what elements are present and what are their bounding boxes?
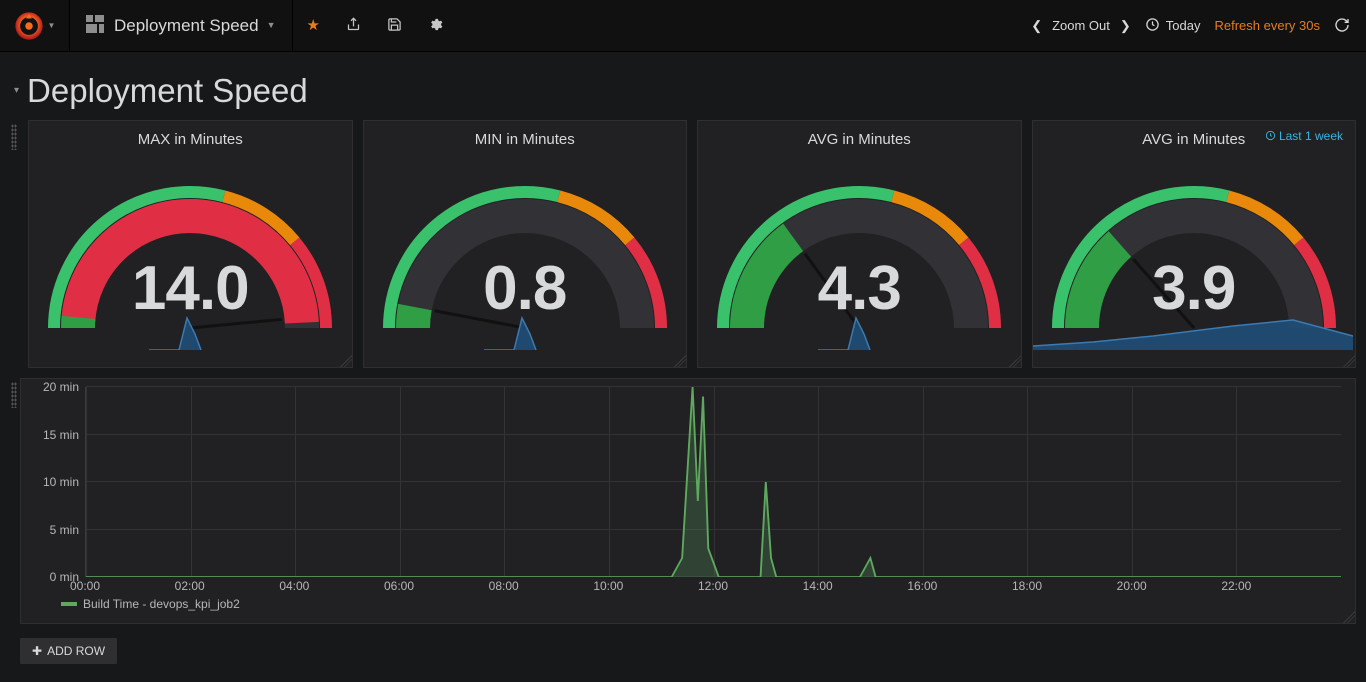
gauge-panel[interactable]: AVG in Minutes 4.3 bbox=[697, 120, 1022, 368]
add-row-button[interactable]: ✚ ADD ROW bbox=[20, 638, 117, 664]
share-icon[interactable] bbox=[346, 17, 361, 35]
gauge-stage: 0.8 bbox=[364, 150, 687, 350]
x-axis: 00:0002:0004:0006:0008:0010:0012:0014:00… bbox=[85, 577, 1341, 595]
dashboard-picker[interactable]: Deployment Speed ▼ bbox=[70, 0, 293, 51]
x-tick-label: 00:00 bbox=[70, 579, 100, 593]
y-tick-label: 15 min bbox=[43, 428, 79, 442]
refresh-icon[interactable] bbox=[1334, 17, 1350, 35]
plus-icon: ✚ bbox=[32, 645, 42, 657]
settings-gear-icon[interactable] bbox=[428, 17, 443, 35]
x-tick-label: 20:00 bbox=[1117, 579, 1147, 593]
star-icon[interactable]: ★ bbox=[307, 18, 320, 33]
zoom-out-button[interactable]: ❮ Zoom Out ❯ bbox=[1031, 18, 1131, 33]
zoom-label: Zoom Out bbox=[1052, 18, 1110, 33]
row-header: ▾ Deployment Speed bbox=[14, 72, 1356, 110]
row-title: Deployment Speed bbox=[27, 72, 308, 110]
top-navbar: ▼ Deployment Speed ▼ ★ bbox=[0, 0, 1366, 52]
time-range-picker[interactable]: Today bbox=[1145, 17, 1201, 34]
gauge-value: 3.9 bbox=[1033, 253, 1356, 324]
graph-panel-row: 0 min5 min10 min15 min20 min 00:0002:000… bbox=[10, 378, 1356, 624]
gauge-value: 0.8 bbox=[364, 253, 687, 324]
legend-swatch bbox=[61, 602, 77, 606]
dashboard-name: Deployment Speed bbox=[114, 16, 259, 36]
x-tick-label: 04:00 bbox=[279, 579, 309, 593]
gauge-title: MIN in Minutes bbox=[364, 121, 687, 150]
x-tick-label: 10:00 bbox=[593, 579, 623, 593]
gauge-stage: 3.9 bbox=[1033, 150, 1356, 350]
gauge-panel[interactable]: AVG in Minutes Last 1 week 3.9 bbox=[1032, 120, 1357, 368]
panel-resize-handle[interactable] bbox=[674, 355, 686, 367]
gauge-stage: 14.0 bbox=[29, 150, 352, 350]
save-icon[interactable] bbox=[387, 17, 402, 35]
caret-down-icon: ▼ bbox=[267, 21, 276, 30]
chevron-right-icon: ❯ bbox=[1120, 19, 1131, 32]
plot-canvas[interactable] bbox=[85, 387, 1341, 577]
gauge-panel[interactable]: MAX in Minutes 14.0 bbox=[28, 120, 353, 368]
gauge-stage: 4.3 bbox=[698, 150, 1021, 350]
row-drag-handle[interactable] bbox=[10, 378, 18, 624]
x-tick-label: 22:00 bbox=[1221, 579, 1251, 593]
gauge-title: AVG in Minutes bbox=[698, 121, 1021, 150]
series-svg bbox=[86, 387, 1341, 577]
legend-label: Build Time - devops_kpi_job2 bbox=[83, 597, 240, 611]
build-time-graph-panel[interactable]: 0 min5 min10 min15 min20 min 00:0002:000… bbox=[20, 378, 1356, 624]
y-tick-label: 10 min bbox=[43, 475, 79, 489]
caret-down-icon: ▼ bbox=[48, 22, 56, 30]
panel-resize-handle[interactable] bbox=[1009, 355, 1021, 367]
y-tick-label: 20 min bbox=[43, 380, 79, 394]
y-axis: 0 min5 min10 min15 min20 min bbox=[35, 387, 85, 577]
gauge-title: MAX in Minutes bbox=[29, 121, 352, 150]
panel-time-override-badge[interactable]: Last 1 week bbox=[1265, 129, 1343, 143]
x-tick-label: 08:00 bbox=[489, 579, 519, 593]
gauge-panel[interactable]: MIN in Minutes 0.8 bbox=[363, 120, 688, 368]
panel-resize-handle[interactable] bbox=[1343, 611, 1355, 623]
x-tick-label: 06:00 bbox=[384, 579, 414, 593]
dashboard-grid-icon bbox=[86, 15, 104, 36]
row-collapse-caret-icon[interactable]: ▾ bbox=[14, 86, 19, 96]
toolbar-left-icons: ★ bbox=[293, 0, 443, 51]
x-tick-label: 14:00 bbox=[803, 579, 833, 593]
time-range-label: Today bbox=[1166, 18, 1201, 33]
chevron-left-icon: ❮ bbox=[1031, 19, 1042, 32]
gauge-value: 14.0 bbox=[29, 253, 352, 324]
grafana-logo-icon bbox=[14, 11, 44, 41]
row-drag-handle[interactable] bbox=[10, 120, 18, 368]
toolbar-right: ❮ Zoom Out ❯ Today Refresh every 30s bbox=[1031, 0, 1366, 51]
refresh-interval-picker[interactable]: Refresh every 30s bbox=[1215, 18, 1321, 33]
clock-icon bbox=[1145, 17, 1160, 34]
gauge-value: 4.3 bbox=[698, 253, 1021, 324]
gauge-panel-row: MAX in Minutes 14.0 MIN in Minutes bbox=[10, 120, 1356, 368]
grafana-logo-menu[interactable]: ▼ bbox=[0, 0, 70, 51]
x-tick-label: 12:00 bbox=[698, 579, 728, 593]
panel-resize-handle[interactable] bbox=[1343, 355, 1355, 367]
plot-area: 0 min5 min10 min15 min20 min bbox=[35, 387, 1341, 577]
x-tick-label: 02:00 bbox=[175, 579, 205, 593]
dashboard-page: ▾ Deployment Speed MAX in Minutes 14.0 M… bbox=[0, 52, 1366, 674]
panel-resize-handle[interactable] bbox=[340, 355, 352, 367]
x-tick-label: 18:00 bbox=[1012, 579, 1042, 593]
x-tick-label: 16:00 bbox=[907, 579, 937, 593]
add-row-label: ADD ROW bbox=[47, 644, 105, 658]
y-tick-label: 5 min bbox=[50, 523, 79, 537]
graph-legend[interactable]: Build Time - devops_kpi_job2 bbox=[61, 595, 1341, 611]
